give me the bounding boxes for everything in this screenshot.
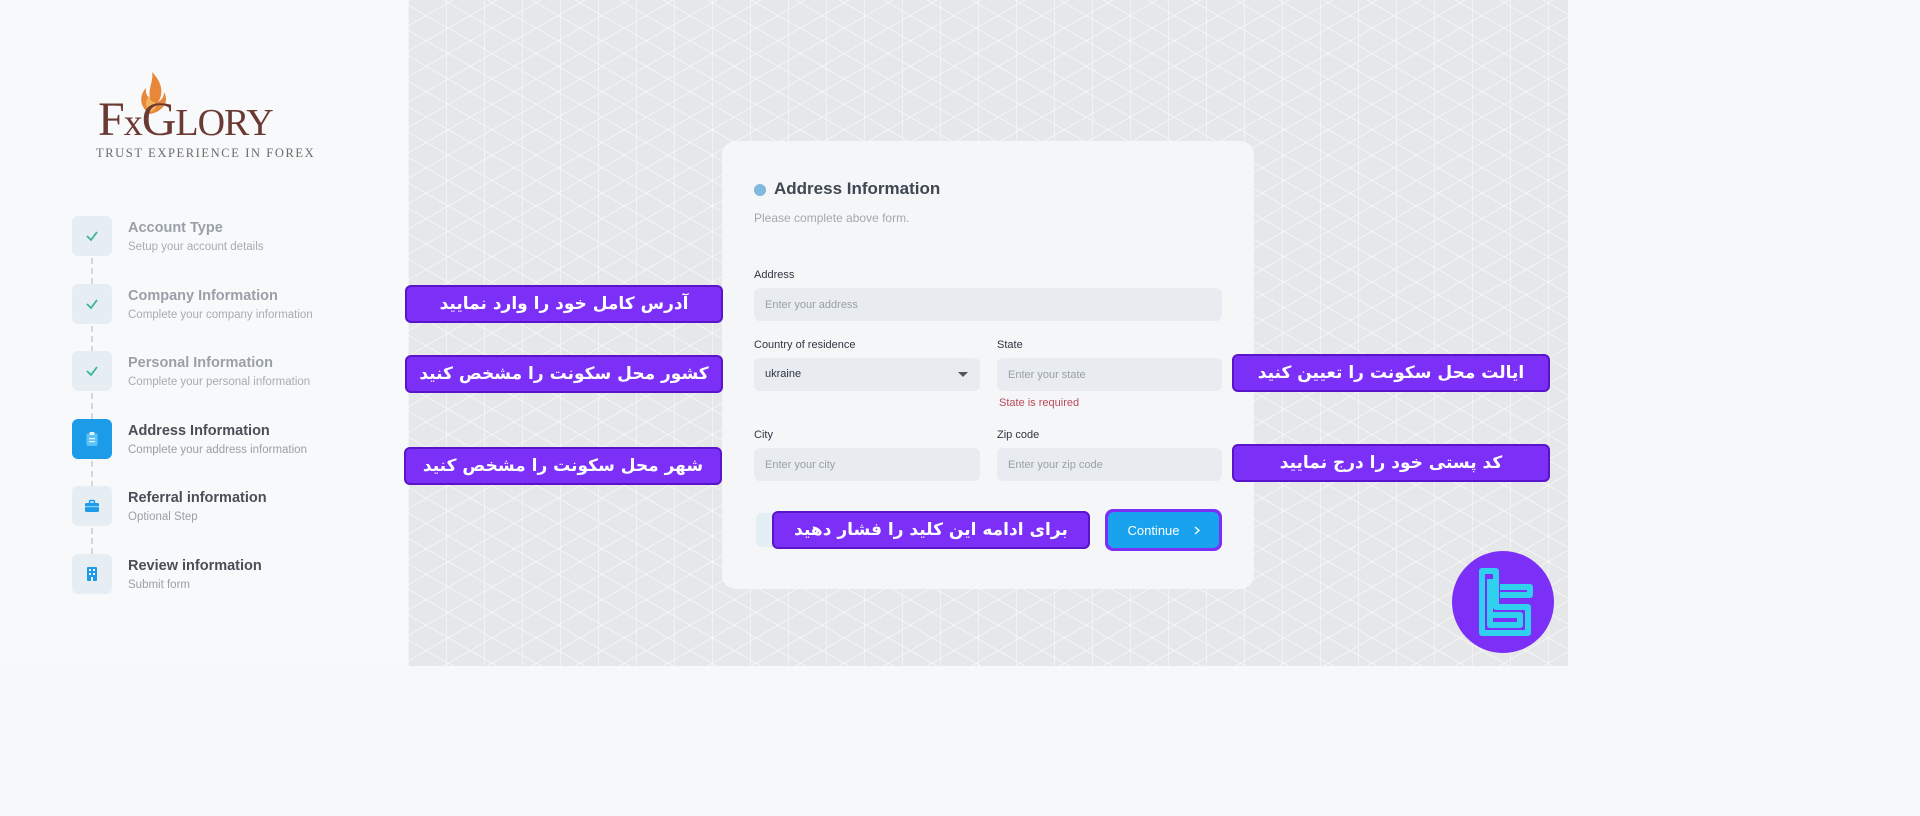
check-icon	[72, 284, 112, 324]
zip-input[interactable]	[997, 448, 1222, 481]
city-label: City	[754, 429, 773, 441]
state-label: State	[997, 339, 1023, 351]
step-personal-information[interactable]: Personal Information Complete your perso…	[72, 351, 392, 401]
callout-address: آدرس کامل خود را وارد نمایید	[405, 285, 723, 323]
check-icon	[72, 216, 112, 256]
country-value: ukraine	[765, 368, 802, 380]
logo-wordmark: FxGLORY	[98, 93, 274, 146]
building-icon	[72, 554, 112, 594]
brand-mark-icon	[1479, 568, 1533, 636]
city-input[interactable]	[754, 448, 980, 481]
step-review-information[interactable]: Review information Submit form	[72, 554, 392, 604]
step-title: Company Information	[128, 288, 278, 304]
form-title: Address Information	[774, 179, 941, 198]
step-subtitle: Complete your personal information	[128, 376, 311, 388]
callout-continue: برای ادامه این کلید را فشار دهید	[772, 511, 1090, 549]
callout-zip: کد پستی خود را درج نمایید	[1232, 444, 1550, 482]
step-address-information[interactable]: Address Information Complete your addres…	[72, 419, 392, 469]
step-company-information[interactable]: Company Information Complete your compan…	[72, 284, 392, 334]
step-title: Referral information	[128, 490, 267, 506]
continue-highlight: Continue	[1105, 509, 1222, 551]
sidebar: FxGLORY TRUST EXPERIENCE IN FOREX Accoun…	[0, 0, 408, 666]
step-referral-information[interactable]: Referral information Optional Step	[72, 486, 392, 536]
step-subtitle: Complete your company information	[128, 309, 313, 321]
step-title: Review information	[128, 558, 262, 574]
address-input[interactable]	[754, 288, 1222, 321]
step-title: Account Type	[128, 220, 223, 236]
continue-button[interactable]: Continue	[1108, 512, 1219, 548]
address-label: Address	[754, 269, 795, 281]
chevron-right-icon	[1194, 526, 1200, 534]
callout-country: کشور محل سکونت را مشخص کنید	[405, 355, 723, 393]
step-title: Address Information	[128, 423, 270, 439]
callout-city: شهر محل سکونت را مشخص کنید	[404, 447, 722, 485]
clipboard-icon	[72, 419, 112, 459]
chevron-down-icon	[958, 372, 968, 377]
step-subtitle: Complete your address information	[128, 444, 307, 456]
step-subtitle: Submit form	[128, 579, 190, 591]
country-label: Country of residence	[754, 339, 856, 351]
continue-label: Continue	[1127, 522, 1180, 538]
logo-tagline: TRUST EXPERIENCE IN FOREX	[96, 146, 316, 160]
country-select[interactable]: ukraine	[754, 358, 980, 391]
tradingfinder-logo	[1452, 551, 1554, 653]
zip-label: Zip code	[997, 429, 1040, 441]
callout-state: ایالت محل سکونت را تعیین کنید	[1232, 354, 1550, 392]
form-subtitle: Please complete above form.	[754, 211, 910, 225]
briefcase-icon	[72, 486, 112, 526]
title-dot-icon	[754, 184, 766, 196]
step-subtitle: Optional Step	[128, 511, 198, 523]
step-title: Personal Information	[128, 355, 274, 371]
fxglory-logo: FxGLORY TRUST EXPERIENCE IN FOREX	[96, 70, 314, 165]
check-icon	[72, 351, 112, 391]
state-input[interactable]	[997, 358, 1222, 391]
step-subtitle: Setup your account details	[128, 241, 264, 253]
state-error: State is required	[999, 397, 1080, 409]
step-account-type[interactable]: Account Type Setup your account details	[72, 216, 392, 266]
